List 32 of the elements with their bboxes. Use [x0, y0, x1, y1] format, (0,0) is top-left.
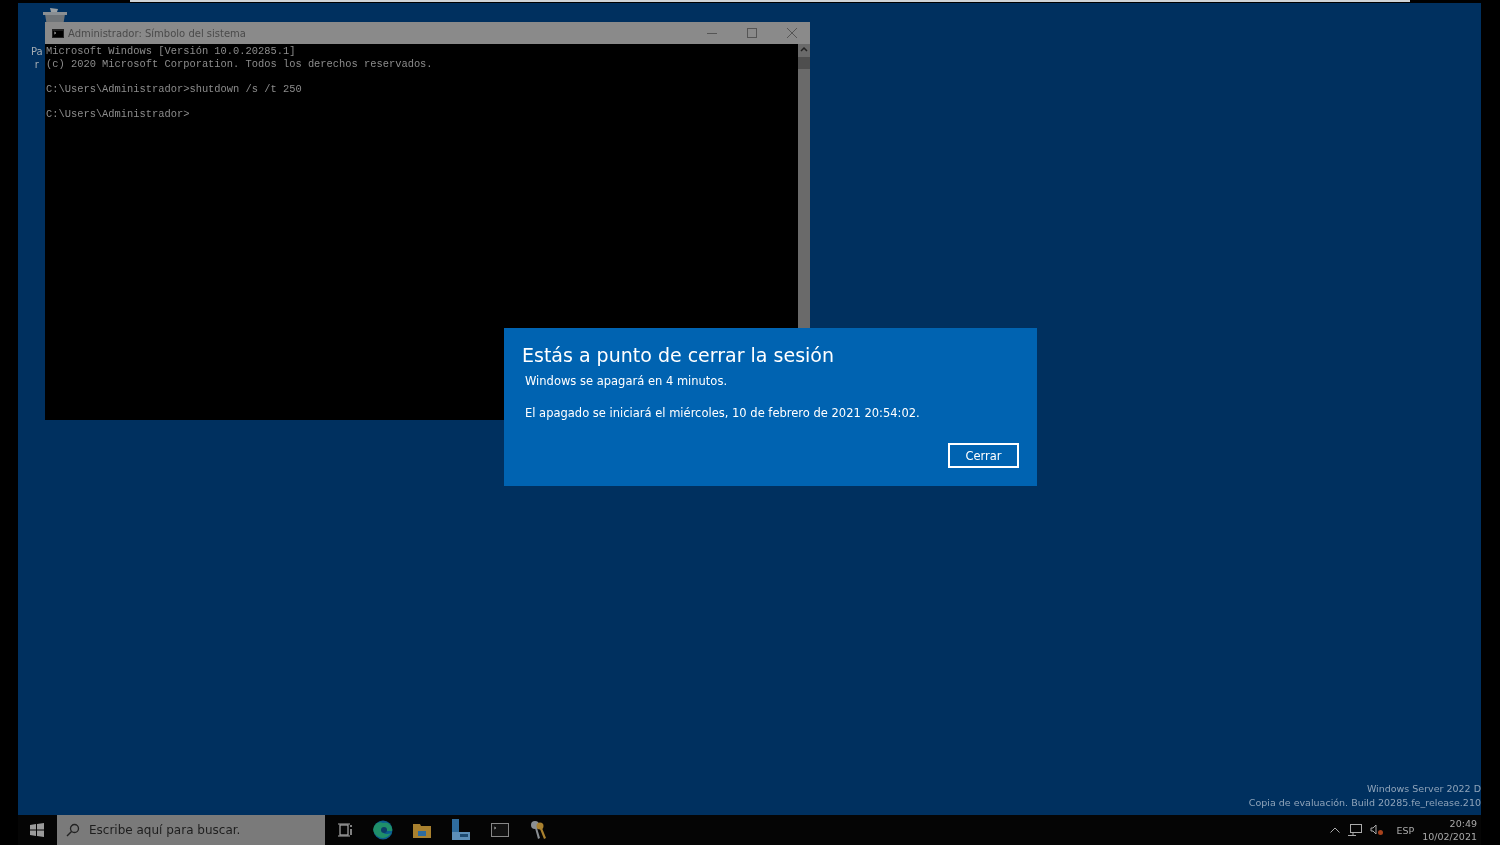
keys-icon[interactable]	[529, 820, 547, 840]
server-icon[interactable]	[451, 819, 471, 841]
watermark-text: Windows Server 2022 D	[1366, 782, 1481, 796]
console-line: (c) 2020 Microsoft Corporation. Todos los derechos reservados.	[46, 57, 434, 70]
dialog-detail: El apagado se iniciará el miércoles, 10 de febrero de 2021 20:54:02.	[524, 406, 921, 420]
desktop-icon-label[interactable]: Pa	[31, 45, 43, 58]
terminal-icon	[52, 28, 64, 38]
clock-date[interactable]: 10/02/2021	[1422, 830, 1477, 843]
task-view-icon[interactable]	[337, 822, 353, 838]
clock-time[interactable]: 20:49	[1449, 817, 1477, 830]
speaker-muted-icon[interactable]	[1370, 824, 1385, 836]
window-title: Administrador: Símbolo del sistema	[68, 27, 247, 39]
desktop-icon-label[interactable]: r	[34, 58, 39, 71]
scrollbar-thumb[interactable]	[798, 57, 810, 69]
search-icon	[66, 823, 80, 837]
search-field[interactable]: Escribe aquí para buscar.	[57, 815, 325, 845]
console-line: C:\Users\Administrador>	[46, 107, 191, 120]
dialog-title: Estás a punto de cerrar la sesión	[522, 344, 835, 366]
close-icon	[787, 28, 797, 38]
folder-icon[interactable]	[413, 822, 431, 838]
close-button[interactable]: Cerrar	[948, 443, 1019, 468]
dialog-message: Windows se apagará en 4 minutos.	[524, 374, 729, 388]
chevron-up-icon[interactable]	[1330, 827, 1341, 833]
network-icon[interactable]	[1348, 824, 1363, 836]
browser-icon[interactable]	[373, 820, 393, 840]
windows-logo-icon[interactable]	[30, 823, 44, 837]
language-indicator[interactable]: ESP	[1396, 824, 1415, 836]
console-line: C:\Users\Administrador>shutdown /s /t 250	[46, 82, 303, 95]
console-line: Microsoft Windows [Versión 10.0.20285.1]	[46, 45, 297, 58]
terminal-icon[interactable]	[491, 823, 509, 837]
watermark-text: Copia de evaluación. Build 20285.fe_release.210	[1248, 796, 1481, 810]
maximize-icon	[747, 28, 757, 38]
